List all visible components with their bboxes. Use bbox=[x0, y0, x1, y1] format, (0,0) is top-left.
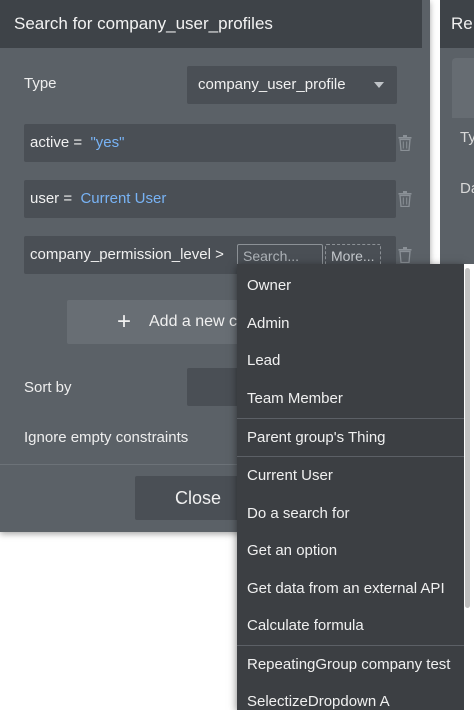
constraint-row-user[interactable]: user = Current User bbox=[24, 180, 396, 218]
background-panel-header: Re bbox=[440, 0, 474, 48]
background-label-data: Da bbox=[460, 180, 474, 197]
dynamic-value-dropdown: Owner Admin Lead Team Member Parent grou… bbox=[237, 264, 464, 710]
background-panel-tab[interactable] bbox=[452, 58, 474, 118]
background-label-type: Ty bbox=[460, 129, 474, 146]
search-input[interactable]: Search... bbox=[237, 244, 323, 266]
menu-item-get-data-external-api[interactable]: Get data from an external API bbox=[247, 580, 445, 597]
popup-header: Search for company_user_profiles bbox=[0, 0, 422, 48]
type-dropdown-value: company_user_profile bbox=[198, 76, 346, 93]
popup-title: Search for company_user_profiles bbox=[14, 14, 273, 33]
close-button[interactable]: Close bbox=[135, 476, 240, 520]
type-dropdown[interactable]: company_user_profile bbox=[187, 66, 397, 104]
menu-item-lead[interactable]: Lead bbox=[247, 352, 280, 369]
menu-separator bbox=[237, 418, 464, 419]
plus-icon: + bbox=[117, 308, 132, 335]
menu-item-do-a-search-for[interactable]: Do a search for bbox=[247, 505, 350, 522]
chevron-down-icon bbox=[374, 82, 384, 88]
menu-scrollbar-thumb[interactable] bbox=[465, 268, 470, 608]
close-button-label: Close bbox=[175, 488, 222, 508]
trash-icon[interactable] bbox=[398, 135, 412, 151]
constraint-field: user = Current User bbox=[30, 190, 167, 207]
menu-item-parent-group-thing[interactable]: Parent group's Thing bbox=[247, 429, 386, 446]
trash-icon[interactable] bbox=[398, 191, 412, 207]
type-label: Type bbox=[24, 75, 57, 92]
menu-item-repeatinggroup-company-test[interactable]: RepeatingGroup company test bbox=[247, 656, 450, 673]
constraint-field: company_permission_level > bbox=[30, 246, 224, 263]
constraint-row-active[interactable]: active = "yes" bbox=[24, 124, 396, 162]
menu-item-admin[interactable]: Admin bbox=[247, 315, 290, 332]
sort-by-label: Sort by bbox=[24, 379, 72, 396]
menu-item-selectizedropdown-a[interactable]: SelectizeDropdown A bbox=[247, 693, 390, 710]
menu-item-calculate-formula[interactable]: Calculate formula bbox=[247, 617, 364, 634]
constraint-value[interactable]: Current User bbox=[80, 190, 166, 207]
menu-item-owner[interactable]: Owner bbox=[247, 277, 291, 294]
add-constraint-label: Add a new c bbox=[149, 313, 238, 330]
more-options-button[interactable]: More... bbox=[325, 244, 381, 266]
menu-item-current-user[interactable]: Current User bbox=[247, 467, 333, 484]
menu-separator bbox=[237, 456, 464, 457]
trash-icon[interactable] bbox=[398, 247, 412, 263]
constraint-value[interactable]: "yes" bbox=[90, 134, 124, 151]
menu-item-get-an-option[interactable]: Get an option bbox=[247, 542, 337, 559]
constraint-field: active = "yes" bbox=[30, 134, 125, 151]
menu-separator bbox=[237, 645, 464, 646]
ignore-empty-constraints-label: Ignore empty constraints bbox=[24, 429, 189, 446]
menu-item-team-member[interactable]: Team Member bbox=[247, 390, 343, 407]
